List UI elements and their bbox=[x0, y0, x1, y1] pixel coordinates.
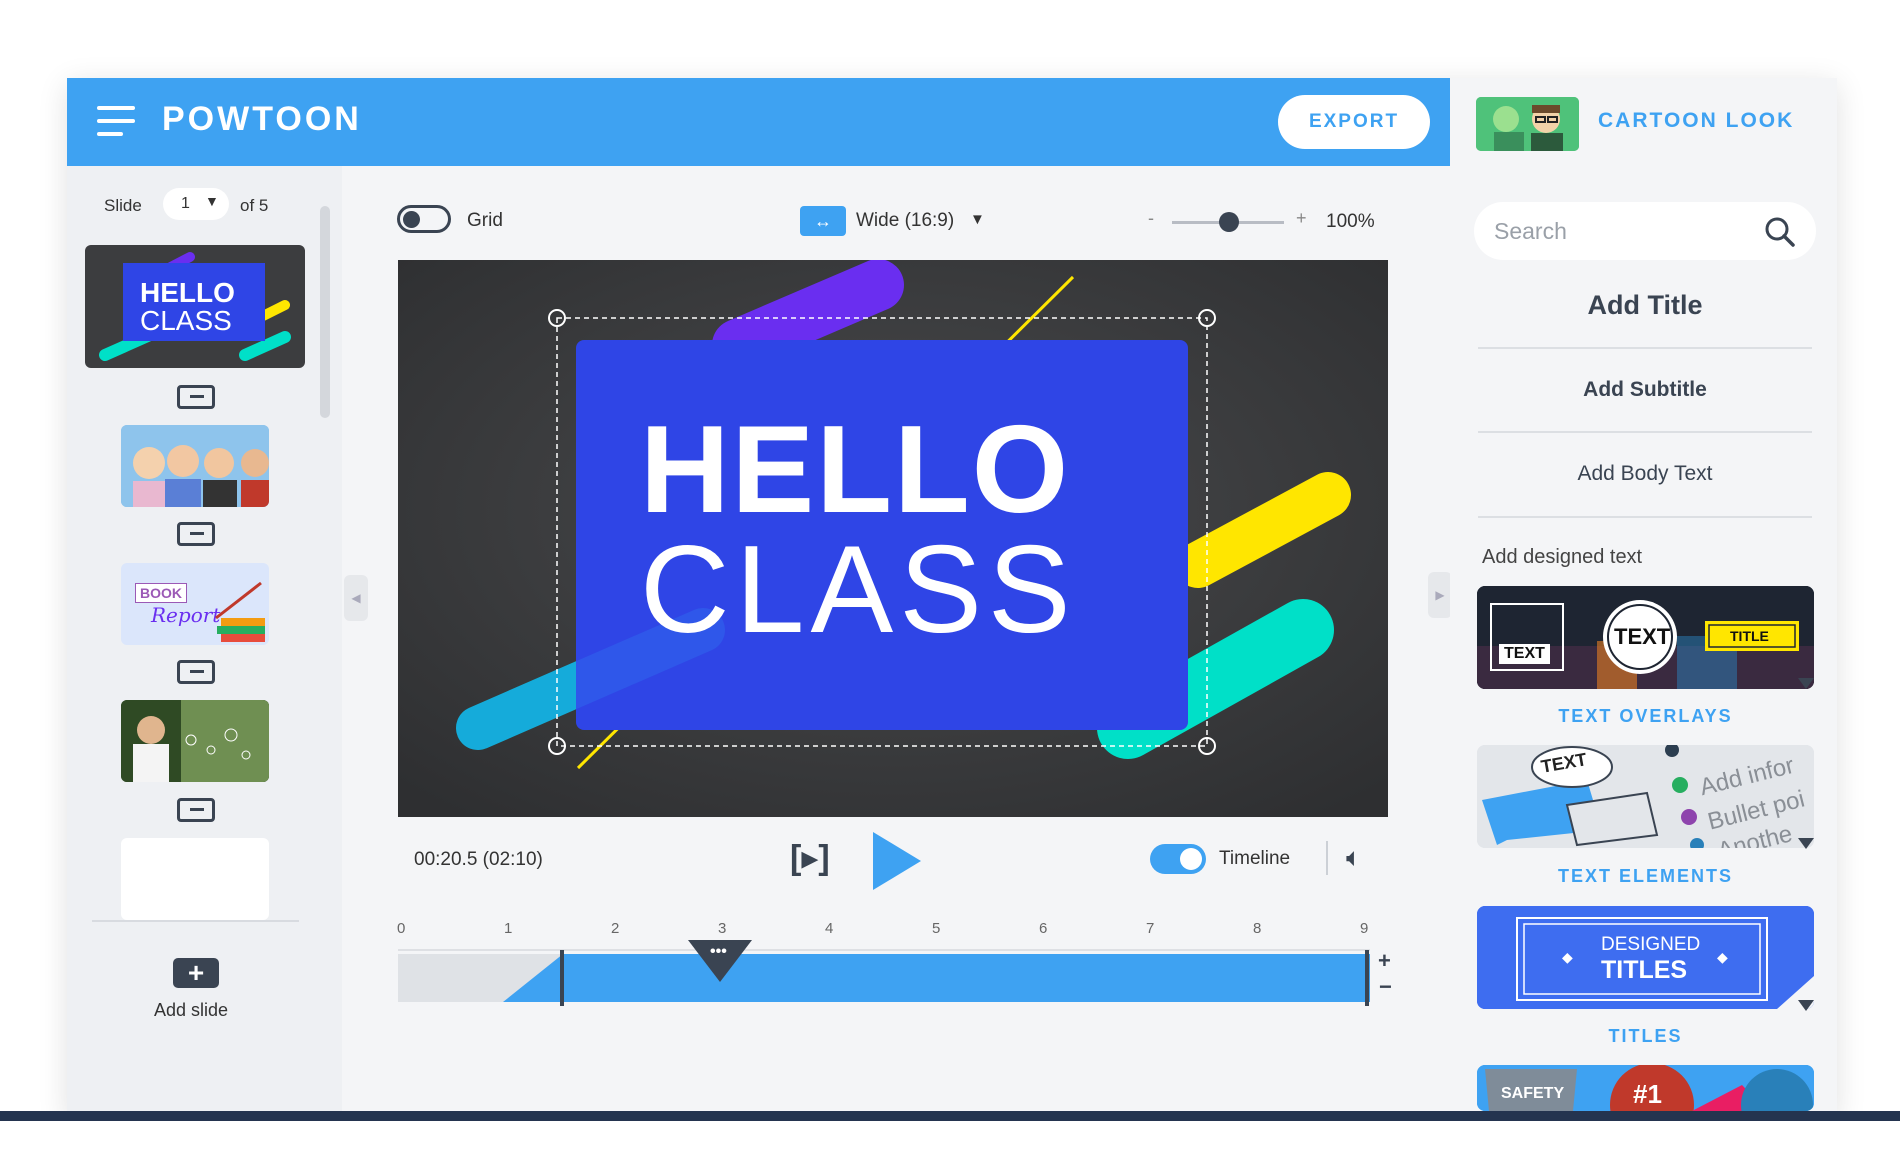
transition-icon[interactable] bbox=[177, 798, 215, 822]
badges-thumbnail[interactable]: SAFETY #1 bbox=[1477, 1065, 1814, 1111]
overlay-thumb-text-1: TEXT bbox=[1499, 644, 1550, 664]
timeline-toggle[interactable] bbox=[1150, 844, 1206, 874]
tick-label: 5 bbox=[932, 920, 941, 937]
playback-time: 00:20.5 (02:10) bbox=[414, 849, 543, 870]
transition-icon[interactable] bbox=[177, 385, 215, 409]
titles-label[interactable]: TITLES bbox=[1477, 1026, 1814, 1047]
designed-text-label: Add designed text bbox=[1482, 546, 1643, 568]
transition-icon[interactable] bbox=[177, 522, 215, 546]
resize-handle[interactable] bbox=[1198, 309, 1216, 327]
slide-count: of 5 bbox=[240, 196, 269, 215]
zoom-value: 100% bbox=[1326, 211, 1375, 232]
slides-scrollbar[interactable] bbox=[320, 206, 330, 418]
chevron-down-icon[interactable] bbox=[1798, 678, 1814, 689]
text-elements-label[interactable]: TEXT ELEMENTS bbox=[1477, 866, 1814, 887]
resize-handle[interactable] bbox=[548, 737, 566, 755]
tick-label: 6 bbox=[1039, 920, 1048, 937]
slide-thumbnail-1[interactable]: HELLO CLASS bbox=[85, 245, 305, 368]
tick-label: 7 bbox=[1146, 920, 1155, 937]
badge-text-2: #1 bbox=[1633, 1079, 1662, 1109]
overlay-thumb-text-3: TITLE bbox=[1730, 628, 1769, 644]
search-placeholder: Search bbox=[1494, 218, 1567, 244]
cartoon-look-thumbnail[interactable] bbox=[1476, 97, 1579, 151]
text-overlays-thumbnail[interactable]: TEXT TEXT TITLE bbox=[1477, 586, 1814, 689]
svg-text:◆: ◆ bbox=[1717, 949, 1728, 965]
slide-number-select[interactable]: 1 ▼ bbox=[163, 188, 229, 220]
zoom-plus-icon[interactable]: + bbox=[1296, 208, 1307, 229]
tick-label: 0 bbox=[397, 920, 406, 937]
tick-label: 3 bbox=[718, 920, 727, 937]
transition-icon[interactable] bbox=[177, 660, 215, 684]
slide-thumbnail-3[interactable]: BOOK Report bbox=[121, 563, 269, 645]
divider bbox=[1478, 516, 1812, 518]
chevron-down-icon[interactable] bbox=[1798, 838, 1814, 849]
badge-text-1: SAFETY bbox=[1501, 1085, 1565, 1102]
grid-label: Grid bbox=[467, 210, 503, 231]
menu-icon[interactable] bbox=[97, 106, 135, 138]
text-elements-thumbnail[interactable]: TEXT Add infor Bullet poi Anothe bbox=[1477, 745, 1814, 848]
svg-text:◆: ◆ bbox=[1562, 949, 1573, 965]
page-bottom-bar bbox=[0, 1111, 1900, 1121]
timeline-zoom-in-icon[interactable]: + bbox=[1378, 948, 1391, 974]
stage-title-line1[interactable]: HELLO bbox=[640, 408, 1070, 532]
timeline-label: Timeline bbox=[1219, 848, 1291, 869]
top-bar: POWTOON EXPORT bbox=[67, 78, 1450, 166]
slide-label: Slide bbox=[104, 196, 142, 215]
aspect-dropdown-icon[interactable]: ▼ bbox=[970, 211, 985, 228]
zoom-minus-icon[interactable]: - bbox=[1148, 208, 1154, 229]
stage-canvas[interactable]: HELLO CLASS bbox=[398, 260, 1388, 817]
add-slide-icon[interactable]: + bbox=[173, 958, 219, 988]
aspect-ratio-icon[interactable]: ↔ bbox=[800, 206, 846, 236]
add-subtitle-button[interactable]: Add Subtitle bbox=[1478, 378, 1812, 402]
titles-thumb-text-1: DESIGNED bbox=[1601, 934, 1701, 955]
overlay-thumb-text-2: TEXT bbox=[1614, 624, 1671, 649]
tick-label: 4 bbox=[825, 920, 834, 937]
play-scene-icon[interactable]: [▸] bbox=[790, 838, 830, 878]
tick-label: 9 bbox=[1360, 920, 1369, 937]
slide-thumbnail-2[interactable] bbox=[121, 425, 269, 507]
aspect-ratio-label[interactable]: Wide (16:9) bbox=[856, 210, 954, 232]
stage-title-line2[interactable]: CLASS bbox=[640, 528, 1077, 652]
volume-icon[interactable]: 🔈︎ bbox=[1346, 842, 1362, 874]
titles-thumbnail[interactable]: ◆ ◆ DESIGNED TITLES bbox=[1477, 906, 1814, 1009]
divider bbox=[1478, 431, 1812, 433]
zoom-slider-handle[interactable] bbox=[1219, 212, 1239, 232]
collapse-right-icon[interactable]: ▶ bbox=[1428, 572, 1452, 618]
playhead-dots-icon: ••• bbox=[710, 943, 727, 960]
timeline-track[interactable] bbox=[398, 940, 1378, 1010]
resize-handle[interactable] bbox=[1198, 737, 1216, 755]
export-button[interactable]: EXPORT bbox=[1278, 95, 1430, 149]
tick-label: 2 bbox=[611, 920, 620, 937]
slides-divider bbox=[92, 920, 299, 922]
tick-label: 8 bbox=[1253, 920, 1262, 937]
resize-handle[interactable] bbox=[548, 309, 566, 327]
app-logo: POWTOON bbox=[162, 100, 362, 138]
play-icon[interactable] bbox=[873, 832, 921, 890]
grid-toggle[interactable] bbox=[397, 205, 451, 233]
search-icon[interactable] bbox=[1764, 216, 1796, 248]
divider bbox=[1478, 347, 1812, 349]
cartoon-look-label[interactable]: CARTOON LOOK bbox=[1598, 109, 1794, 133]
add-title-button[interactable]: Add Title bbox=[1478, 290, 1812, 321]
chevron-down-icon[interactable] bbox=[1798, 1000, 1814, 1011]
text-overlays-label[interactable]: TEXT OVERLAYS bbox=[1477, 706, 1814, 727]
timeline-zoom-out-icon[interactable]: − bbox=[1379, 974, 1392, 1000]
slide-number-value: 1 bbox=[181, 195, 190, 212]
tick-label: 1 bbox=[504, 920, 513, 937]
search-field[interactable]: Search bbox=[1474, 202, 1816, 260]
collapse-left-icon[interactable]: ◀ bbox=[344, 575, 368, 621]
titles-thumb-text-2: TITLES bbox=[1601, 956, 1688, 984]
chevron-down-icon: ▼ bbox=[205, 193, 219, 209]
thumb-title-line2: CLASS bbox=[140, 305, 232, 336]
add-slide-label[interactable]: Add slide bbox=[154, 1000, 228, 1021]
slide-thumbnail-5[interactable] bbox=[121, 838, 269, 920]
slide-thumbnail-4[interactable] bbox=[121, 700, 269, 782]
playback-divider bbox=[1326, 841, 1328, 875]
add-body-text-button[interactable]: Add Body Text bbox=[1478, 462, 1812, 486]
